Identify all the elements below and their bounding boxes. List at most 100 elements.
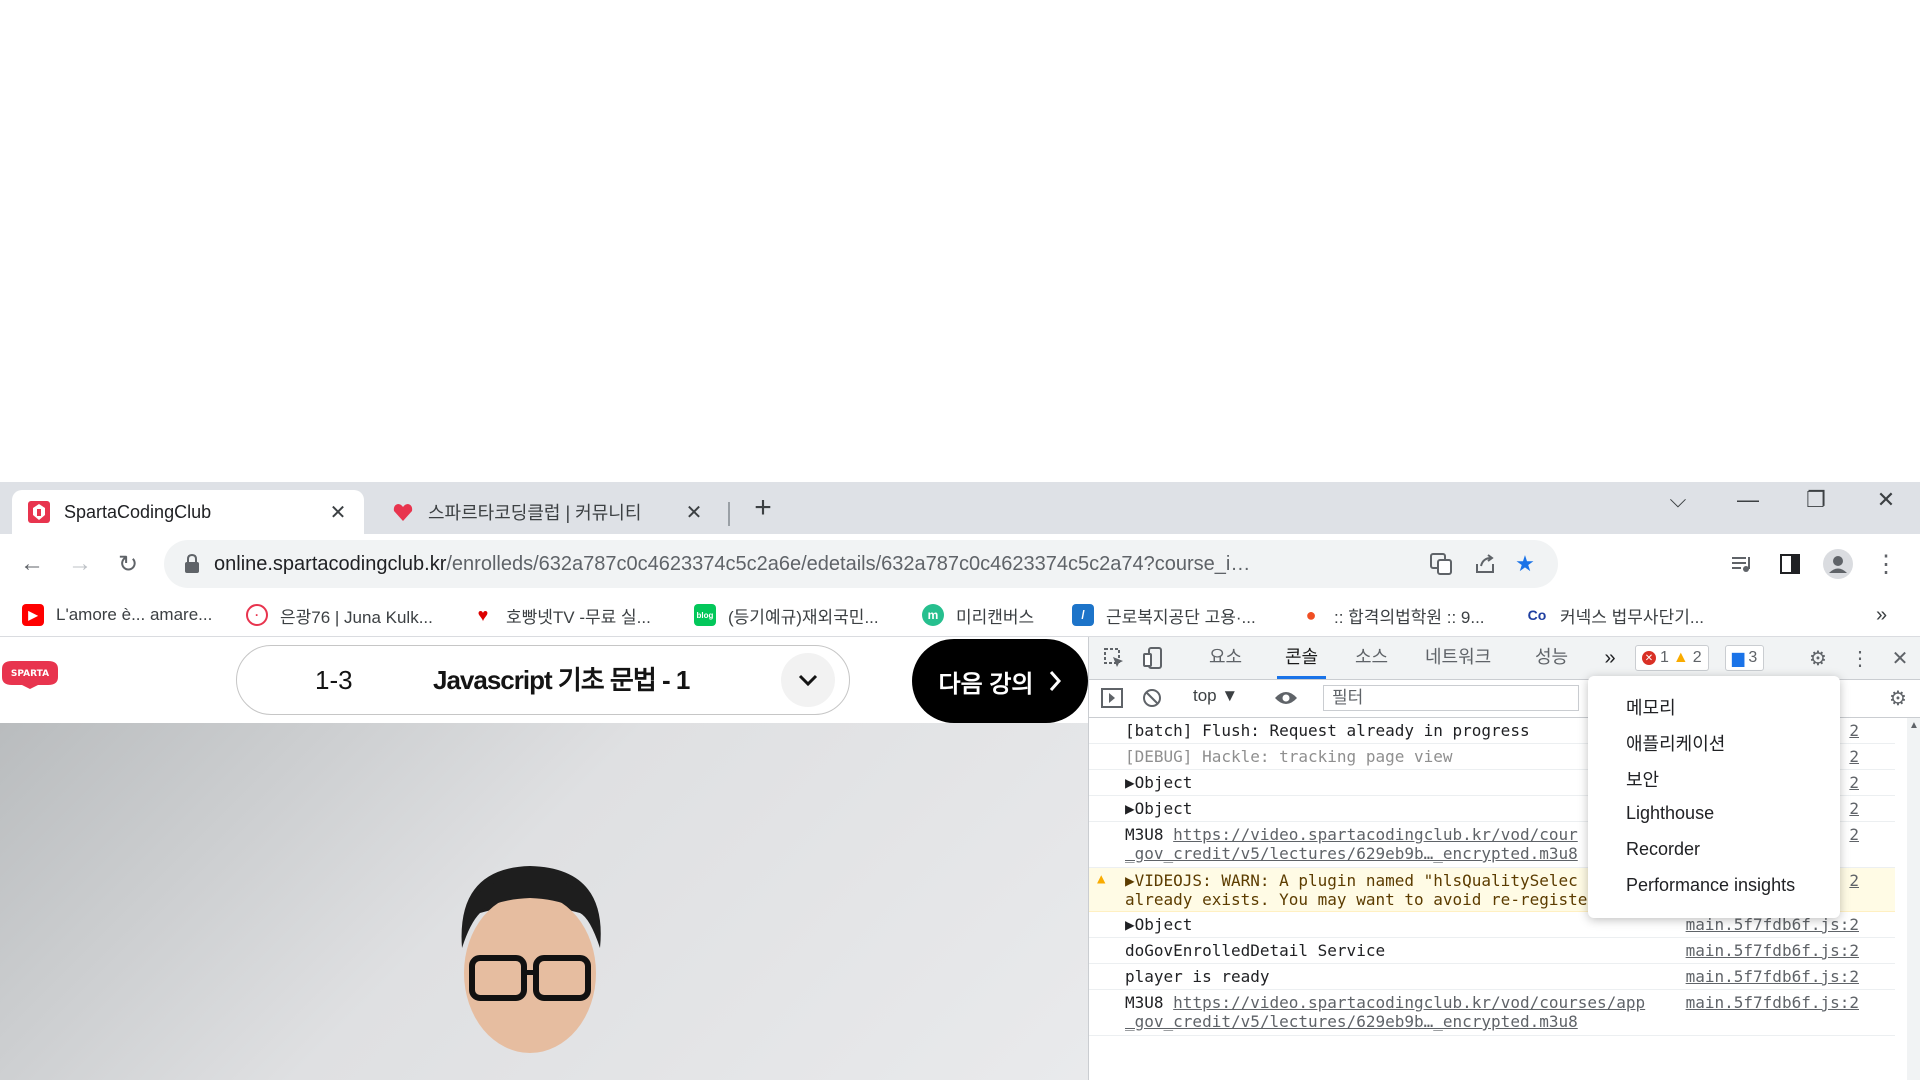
next-lecture-label: 다음 강의 — [938, 670, 1034, 698]
error-count: 1 — [1660, 649, 1669, 666]
sparta-logo[interactable]: SPARTA — [0, 659, 60, 689]
clear-console-icon[interactable] — [1139, 685, 1165, 711]
bookmark-item[interactable]: m 미리캔버스 — [922, 602, 1034, 628]
instructor-video-frame — [461, 866, 601, 1053]
lecture-title: Javascript 기초 문법 - 1 — [433, 665, 690, 695]
tab-title: SpartaCodingClub — [64, 501, 212, 522]
settings-gear-icon[interactable]: ⚙ — [1805, 645, 1831, 671]
tab-spartacodingclub[interactable]: SpartaCodingClub ✕ — [12, 490, 364, 534]
context-selector[interactable]: top ▼ — [1193, 686, 1238, 706]
menu-item-recorder[interactable]: Recorder — [1626, 839, 1700, 860]
message-icon: ▆ — [1732, 650, 1745, 667]
devtools-tab-network[interactable]: 네트워크 — [1425, 637, 1491, 679]
co-icon: Co — [1527, 607, 1547, 623]
new-tab-button[interactable]: + — [748, 493, 778, 524]
browser-toolbar: ← → ↻ online.spartacodingclub.kr/enrolle… — [0, 534, 1920, 594]
tab-community[interactable]: 스파르타코딩클럽 | 커뮤니티 ✕ — [376, 490, 720, 534]
sidebar-toggle-icon[interactable] — [1099, 685, 1125, 711]
bookmark-item[interactable]: · 은광76 | Juna Kulk... — [246, 602, 433, 628]
issue-counts-badge[interactable]: ✕ 1 ▲ 2 — [1635, 645, 1709, 671]
console-row[interactable]: player is ready main.5f7fdb6f.js:2 — [1089, 964, 1895, 990]
scroll-up-icon[interactable]: ▲ — [1909, 720, 1919, 731]
bookmark-item[interactable]: ♥ 호빵넷TV -무료 실... — [472, 602, 651, 628]
circle-logo-icon: · — [246, 604, 268, 626]
devtools-tab-elements[interactable]: 요소 — [1209, 637, 1242, 679]
bookmarks-overflow-button[interactable]: » — [1876, 602, 1887, 628]
bookmark-item[interactable]: blog (등기예규)재외국민... — [694, 602, 879, 628]
lecture-selector[interactable]: 1-3 Javascript 기초 문법 - 1 — [236, 645, 850, 715]
warning-icon: ▲ — [1672, 649, 1689, 666]
url-text[interactable]: online.spartacodingclub.kr/enrolleds/632… — [214, 540, 1254, 588]
share-icon[interactable] — [1470, 549, 1500, 579]
chevron-down-icon[interactable] — [781, 653, 835, 707]
warning-icon: ▲ — [1097, 871, 1106, 887]
sparta-community-favicon-icon — [393, 504, 413, 521]
lecture-number: 1-3 — [315, 665, 353, 695]
menu-item-memory[interactable]: 메모리 — [1626, 694, 1676, 720]
console-filter-input[interactable]: 필터 — [1323, 685, 1579, 711]
sparta-favicon-icon — [28, 501, 50, 523]
close-devtools-icon[interactable]: ✕ — [1887, 645, 1913, 671]
warning-count: 2 — [1692, 649, 1702, 666]
chrome-menu-icon[interactable]: ⋮ — [1870, 548, 1902, 580]
tab-title: 스파르타코딩클럽 | 커뮤니티 — [428, 503, 642, 523]
devtools-menu-icon[interactable]: ⋮ — [1847, 645, 1873, 671]
menu-item-security[interactable]: 보안 — [1626, 766, 1659, 792]
devtools-tab-sources[interactable]: 소스 — [1355, 637, 1388, 679]
bookmark-item[interactable]: Co 커넥스 법무사단기... — [1526, 602, 1704, 628]
bookmarks-bar: ▶ L'amore è... amare... · 은광76 | Juna Kulk… — [0, 594, 1920, 637]
lock-icon[interactable] — [180, 552, 204, 576]
console-link[interactable]: https://video.spartacodingclub.kr/vod/co… — [1173, 993, 1645, 1012]
next-lecture-button[interactable]: 다음 강의 — [912, 639, 1088, 723]
console-settings-gear-icon[interactable]: ⚙ — [1885, 685, 1911, 711]
bookmark-item[interactable]: / 근로복지공단 고용·... — [1072, 602, 1256, 628]
video-player[interactable] — [0, 723, 1088, 1080]
more-tabs-button[interactable]: » — [1597, 645, 1623, 671]
forward-icon[interactable]: → — [64, 548, 96, 580]
tab-strip: SpartaCodingClub ✕ 스파르타코딩클럽 | 커뮤니티 ✕ + ⌵… — [0, 482, 1920, 534]
miricanvas-icon: m — [922, 604, 944, 626]
menu-item-application[interactable]: 애플리케이션 — [1626, 730, 1725, 756]
devtools-tab-performance[interactable]: 성능 — [1535, 637, 1568, 679]
profile-avatar-icon[interactable] — [1822, 548, 1854, 580]
console-link[interactable]: https://video.spartacodingclub.kr/vod/co… — [1173, 825, 1578, 844]
tab-search-icon[interactable]: ⌵ — [1648, 482, 1708, 518]
heart-icon: ♥ — [477, 604, 489, 625]
page-content: SPARTA 1-3 Javascript 기초 문법 - 1 다음 강의 — [0, 637, 1088, 1080]
bookmark-star-icon[interactable]: ★ — [1510, 549, 1540, 579]
message-count: 3 — [1748, 649, 1758, 666]
translate-icon[interactable] — [1426, 549, 1456, 579]
side-panel-icon[interactable] — [1774, 548, 1806, 580]
live-expression-eye-icon[interactable] — [1273, 685, 1299, 711]
bookmark-item[interactable]: ▶ L'amore è... amare... — [22, 602, 212, 628]
close-tab-icon[interactable]: ✕ — [326, 500, 350, 524]
close-window-icon[interactable]: ✕ — [1856, 482, 1916, 518]
console-scrollbar[interactable]: ▲ — [1907, 718, 1920, 1080]
blog-icon: blog — [694, 604, 716, 626]
kcomwel-icon: / — [1072, 604, 1094, 626]
error-icon: ✕ — [1642, 651, 1656, 665]
youtube-icon: ▶ — [22, 604, 44, 626]
back-icon[interactable]: ← — [16, 548, 48, 580]
close-tab-icon[interactable]: ✕ — [682, 500, 706, 524]
console-row[interactable]: doGovEnrolledDetail Service main.5f7fdb6… — [1089, 938, 1895, 964]
minimize-icon[interactable]: — — [1718, 482, 1778, 518]
restore-icon[interactable]: ❐ — [1786, 482, 1846, 518]
media-control-icon[interactable] — [1726, 548, 1758, 580]
pin-icon: ● — [1305, 604, 1317, 625]
menu-item-performance-insights[interactable]: Performance insights — [1626, 875, 1795, 896]
message-count-badge[interactable]: ▆ 3 — [1725, 645, 1765, 671]
chevron-right-icon — [1049, 671, 1061, 691]
bookmark-item[interactable]: ●:: 합격의법학원 :: 9... — [1300, 602, 1485, 628]
more-tabs-menu: 메모리 애플리케이션 보안 Lighthouse Recorder Perfor… — [1588, 676, 1840, 918]
inspect-element-icon[interactable] — [1101, 645, 1127, 671]
devtools-tab-bar: 요소 콘솔 소스 네트워크 성능 » ✕ 1 ▲ 2 ▆ 3 ⚙ ⋮ ✕ — [1089, 637, 1920, 680]
menu-item-lighthouse[interactable]: Lighthouse — [1626, 803, 1714, 824]
tab-separator — [728, 502, 730, 526]
svg-text:SPARTA: SPARTA — [11, 669, 49, 679]
console-row[interactable]: M3U8 https://video.spartacodingclub.kr/v… — [1089, 990, 1895, 1036]
address-bar[interactable]: online.spartacodingclub.kr/enrolleds/632… — [164, 540, 1558, 588]
devtools-tab-console[interactable]: 콘솔 — [1276, 637, 1327, 679]
device-toolbar-icon[interactable] — [1141, 645, 1167, 671]
reload-icon[interactable]: ↻ — [112, 548, 144, 580]
